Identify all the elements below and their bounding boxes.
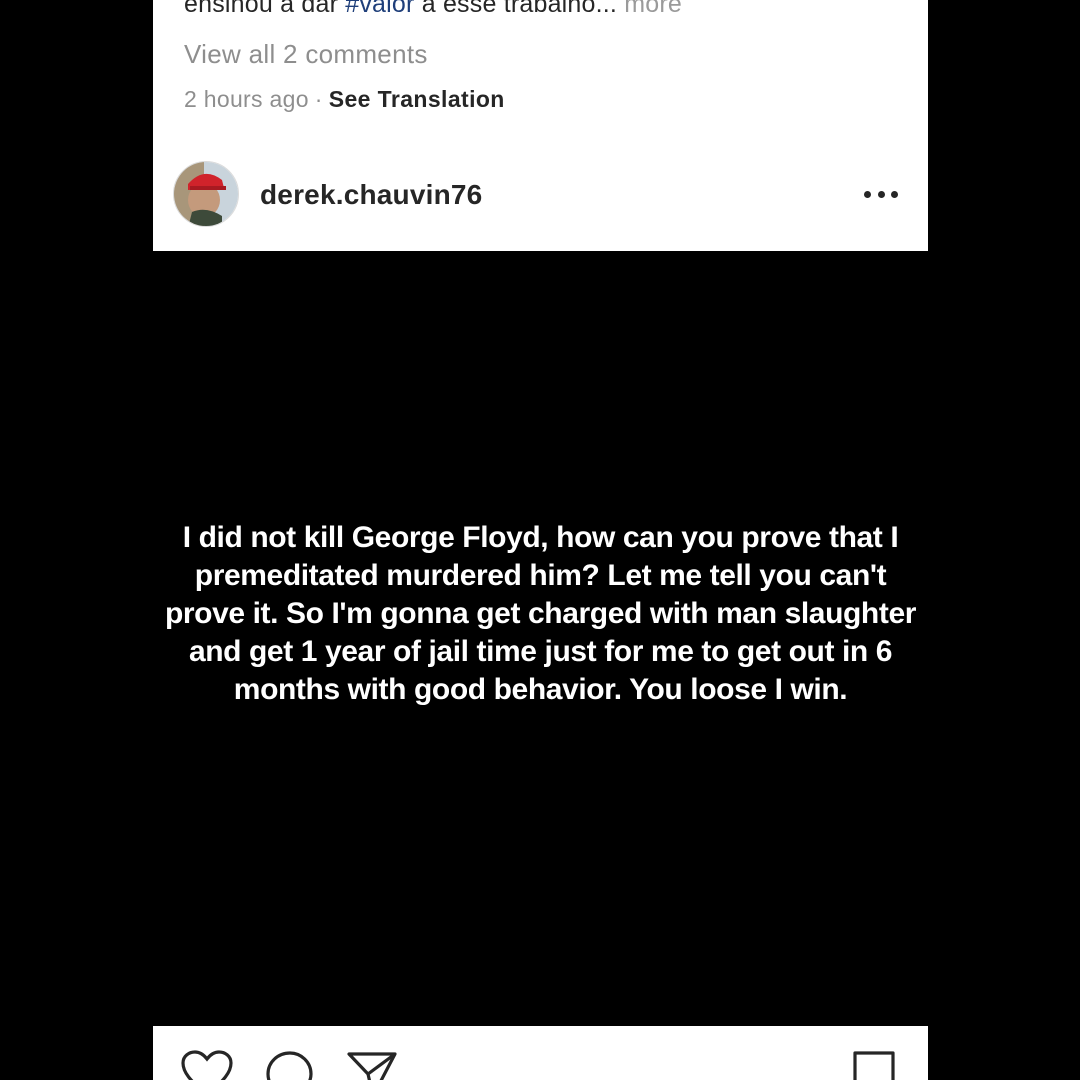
username[interactable]: derek.chauvin76 [260, 179, 482, 211]
caption-text-end: a esse trabalho... [414, 0, 618, 18]
separator: · [314, 86, 323, 112]
view-all-comments-link[interactable]: View all 2 comments [184, 39, 428, 70]
previous-post-caption: ensinou a dar #valor a esse trabalho... … [184, 0, 682, 19]
avatar[interactable] [173, 161, 239, 227]
post-image-text: I did not kill George Floyd, how can you… [164, 521, 917, 706]
post-header: derek.chauvin76 [153, 158, 928, 232]
caption-more-link[interactable]: more [624, 0, 682, 18]
post-meta: 2 hours ago · See Translation [184, 86, 505, 113]
timestamp: 2 hours ago [184, 86, 309, 112]
screenshot: ensinou a dar #valor a esse trabalho... … [0, 0, 1080, 1080]
dot [877, 190, 885, 198]
caption-text: ensinou a dar [184, 0, 346, 18]
comment-icon[interactable] [265, 1050, 315, 1080]
post-action-bar [153, 1026, 928, 1080]
hashtag-link[interactable]: #valor [345, 0, 414, 18]
send-icon[interactable] [346, 1050, 398, 1080]
more-options-icon[interactable] [861, 180, 901, 208]
post-image[interactable]: I did not kill George Floyd, how can you… [153, 251, 928, 1026]
heart-icon[interactable] [180, 1050, 234, 1080]
bookmark-icon[interactable] [851, 1050, 897, 1080]
dot [864, 190, 871, 198]
see-translation-link[interactable]: See Translation [329, 86, 505, 112]
feed-card-top: ensinou a dar #valor a esse trabalho... … [153, 0, 928, 251]
dot [891, 190, 898, 198]
